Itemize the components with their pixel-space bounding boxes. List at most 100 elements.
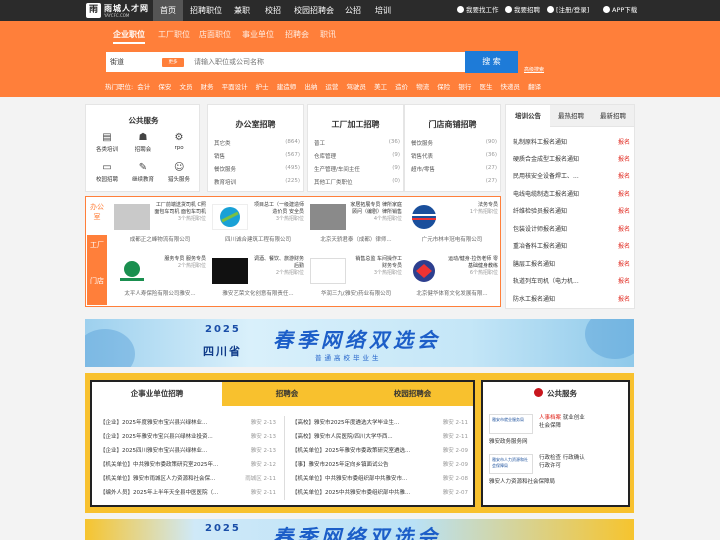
news-item[interactable]: 【事】雅安市2025年定向乡镇面试公告 雅安 2-09 bbox=[292, 460, 468, 468]
service-fair[interactable]: ☗ 招聘会 bbox=[125, 133, 161, 154]
search-tab-institution[interactable]: 事业单位 bbox=[242, 29, 274, 40]
company-card[interactable]: 法务专员 1个热招职位 广元市林丰冠电有限公司 bbox=[404, 199, 500, 249]
nav-parttime[interactable]: 兼职 bbox=[229, 0, 255, 21]
category-row[interactable]: 普工 (36) bbox=[314, 139, 400, 147]
news-item[interactable]: 【机关单位】雅安市雨城区人力资源和社会保... 雨城区 2-11 bbox=[100, 474, 276, 482]
advanced-search-link[interactable]: 高级搜索 bbox=[524, 66, 544, 73]
list-item[interactable]: 包装设计师报名通知 报名 bbox=[513, 224, 630, 233]
list-item[interactable]: 膳层工报名通知 报名 bbox=[513, 259, 630, 268]
tab-campus-fair[interactable]: 校园招聘会 bbox=[352, 382, 473, 406]
list-item[interactable]: 电线电缆制造工报名通知 报名 bbox=[513, 189, 630, 198]
category-row[interactable]: 仓库管理 (9) bbox=[314, 152, 400, 160]
category-row[interactable]: 教育培训 (225) bbox=[214, 178, 300, 186]
company-card[interactable]: 项目总工（一级建造师 造价员 安全员 3个热招职位 四川诚合建筑工程有限公司 bbox=[210, 199, 306, 249]
hot-job[interactable]: 驾驶员 bbox=[346, 83, 366, 91]
company-card[interactable]: 销售总监 车间操作工 财务专员 3个热招职位 华润三九(雅安)药业有限公司 bbox=[308, 253, 404, 303]
tab-new-jobs[interactable]: 最新招聘 bbox=[592, 105, 634, 127]
service-tag[interactable]: 社会保障 bbox=[539, 423, 561, 429]
company-card[interactable]: 服务专员 服务专员 2个热招职位 太平人寿保险有限公司雅安... bbox=[112, 253, 208, 303]
service-footer[interactable]: 雅安人力资源和社会保障局 bbox=[489, 477, 555, 485]
service-training[interactable]: ▤ 各类培训 bbox=[89, 133, 125, 154]
service-tag[interactable]: 人事档案 bbox=[539, 415, 561, 421]
service-tag[interactable]: 就业创业 bbox=[563, 415, 585, 421]
category-row[interactable]: 销售 (567) bbox=[214, 152, 300, 160]
search-tab-news[interactable]: 职讯 bbox=[320, 29, 336, 40]
nav-home[interactable]: 首页 bbox=[153, 0, 183, 21]
news-item[interactable]: 【高校】雅安市2025年度遴选大学毕业生... 雅安 2-11 bbox=[292, 418, 468, 426]
nav-training[interactable]: 培训 bbox=[370, 0, 396, 21]
employment-bureau-logo[interactable]: 雅安市就业服务局 bbox=[489, 414, 533, 434]
city-select[interactable]: 街道 bbox=[110, 52, 124, 72]
category-row[interactable]: 超市/零售 (27) bbox=[411, 165, 497, 173]
recruit-link[interactable]: 我要招聘 bbox=[505, 0, 540, 21]
hot-job[interactable]: 保险 bbox=[437, 83, 450, 91]
signup-badge[interactable]: 报名 bbox=[618, 224, 630, 233]
list-item[interactable]: 民用核安全设备焊工、... 报名 bbox=[513, 171, 630, 180]
hot-job[interactable]: 保安 bbox=[158, 83, 171, 91]
signup-badge[interactable]: 报名 bbox=[618, 137, 630, 146]
hot-job[interactable]: 会计 bbox=[137, 83, 150, 91]
search-tab-store[interactable]: 店面职位 bbox=[199, 29, 231, 40]
category-row[interactable]: 生产管理/车间主任 (9) bbox=[314, 165, 400, 173]
company-card[interactable]: 运动/健身·拉伤老师 零基础健身教练 6个热招职位 北京健华体育文化发展有限... bbox=[404, 253, 500, 303]
category-title[interactable]: 办公室招聘 bbox=[208, 119, 303, 130]
news-item[interactable]: 【机关单位】中共雅安市委组织部中共雅安市... 雅安 2-08 bbox=[292, 474, 468, 482]
signup-badge[interactable]: 报名 bbox=[618, 294, 630, 303]
search-input[interactable] bbox=[194, 55, 434, 69]
hot-job[interactable]: 文员 bbox=[179, 83, 192, 91]
list-item[interactable]: 硬质合金成型工报名通知 报名 bbox=[513, 154, 630, 163]
news-item[interactable]: 【机关单位】2025中共雅安市委组织部中共雅... 雅安 2-07 bbox=[292, 488, 468, 496]
category-row[interactable]: 其它类 (864) bbox=[214, 139, 300, 147]
tab-institution-jobs[interactable]: 企事业单位招聘 bbox=[92, 382, 222, 406]
service-headhunt[interactable]: ☺ 猎头服务 bbox=[161, 163, 197, 184]
login-link[interactable]: [注册/登录] bbox=[547, 0, 589, 21]
service-education[interactable]: ✎ 继续教育 bbox=[125, 163, 161, 184]
news-item[interactable]: 【机关单位】2025年雅安市委政策研究室遴选... 雅安 2-09 bbox=[292, 446, 468, 454]
hot-job[interactable]: 财务 bbox=[201, 83, 214, 91]
category-title[interactable]: 门店商铺招聘 bbox=[405, 119, 500, 130]
hot-job[interactable]: 美工 bbox=[374, 83, 387, 91]
site-logo[interactable]: 雨 雨城人才网 YAYCFC.COM bbox=[86, 3, 152, 19]
job-fair-banner-2[interactable]: 2025 春季网络双选会 bbox=[85, 519, 634, 540]
hot-job[interactable]: 出纳 bbox=[304, 83, 317, 91]
app-download-link[interactable]: APP下载 bbox=[603, 0, 637, 21]
company-card[interactable]: 工厂前端送货司机 C照面包车司机 面包车司机 3个热招职位 成都正之峰物流有限公司 bbox=[112, 199, 208, 249]
signup-badge[interactable]: 报名 bbox=[618, 276, 630, 285]
company-tab-factory[interactable]: 工厂 bbox=[87, 240, 107, 250]
service-tag[interactable]: 行政检查 bbox=[539, 455, 561, 461]
category-title[interactable]: 工厂加工招聘 bbox=[308, 119, 403, 130]
hot-job[interactable]: 护士 bbox=[256, 83, 269, 91]
tab-hot-jobs[interactable]: 最热招聘 bbox=[550, 105, 592, 127]
list-item[interactable]: 轨道列车司机（电力机... 报名 bbox=[513, 276, 630, 285]
search-tab-fair[interactable]: 招聘会 bbox=[285, 29, 309, 40]
city-more-button[interactable]: 更多 bbox=[162, 58, 184, 67]
hot-job[interactable]: 建造师 bbox=[277, 83, 297, 91]
search-tab-company[interactable]: 企业职位 bbox=[113, 29, 145, 44]
hot-job[interactable]: 运营 bbox=[325, 83, 338, 91]
hr-bureau-logo[interactable]: 雅安市人力资源和社会保障局 bbox=[489, 454, 533, 474]
hot-job[interactable]: 翻译 bbox=[528, 83, 541, 91]
search-button[interactable]: 搜 索 bbox=[465, 51, 518, 73]
category-row[interactable]: 销售代表 (36) bbox=[411, 152, 497, 160]
hot-job[interactable]: 平面设计 bbox=[222, 83, 248, 91]
signup-badge[interactable]: 报名 bbox=[618, 189, 630, 198]
hot-job[interactable]: 医生 bbox=[479, 83, 492, 91]
company-tab-store[interactable]: 门店 bbox=[87, 276, 107, 286]
service-footer[interactable]: 雅安政务服务网 bbox=[489, 437, 528, 445]
news-item[interactable]: 【高校】雅安市人民医院/四川大学华西... 雅安 2-11 bbox=[292, 432, 468, 440]
hot-job[interactable]: 快递员 bbox=[501, 83, 521, 91]
signup-badge[interactable]: 报名 bbox=[618, 241, 630, 250]
news-item[interactable]: 【企业】2025年度雅安市宝兴县兴绿林业... 雅安 2-13 bbox=[100, 418, 276, 426]
category-row[interactable]: 餐饮服务 (90) bbox=[411, 139, 497, 147]
hot-job[interactable]: 物流 bbox=[416, 83, 429, 91]
tab-job-fair[interactable]: 招聘会 bbox=[222, 382, 352, 406]
tab-training-notice[interactable]: 培训公告 bbox=[506, 105, 550, 127]
company-card[interactable]: 调酒、餐饮、旅游财务后勤 2个热招职位 雅安艺荣文化创意有限责任... bbox=[210, 253, 306, 303]
find-job-link[interactable]: 我要找工作 bbox=[457, 0, 499, 21]
service-campus[interactable]: ▭ 校园招聘 bbox=[89, 163, 125, 184]
nav-campus[interactable]: 校招 bbox=[260, 0, 286, 21]
signup-badge[interactable]: 报名 bbox=[618, 259, 630, 268]
service-rpo[interactable]: ⚙ rpo bbox=[161, 133, 197, 152]
news-item[interactable]: 【企业】2025四川雅安市宝兴县兴绿林业... 雅安 2-13 bbox=[100, 446, 276, 454]
search-tab-factory[interactable]: 工厂职位 bbox=[158, 29, 190, 40]
